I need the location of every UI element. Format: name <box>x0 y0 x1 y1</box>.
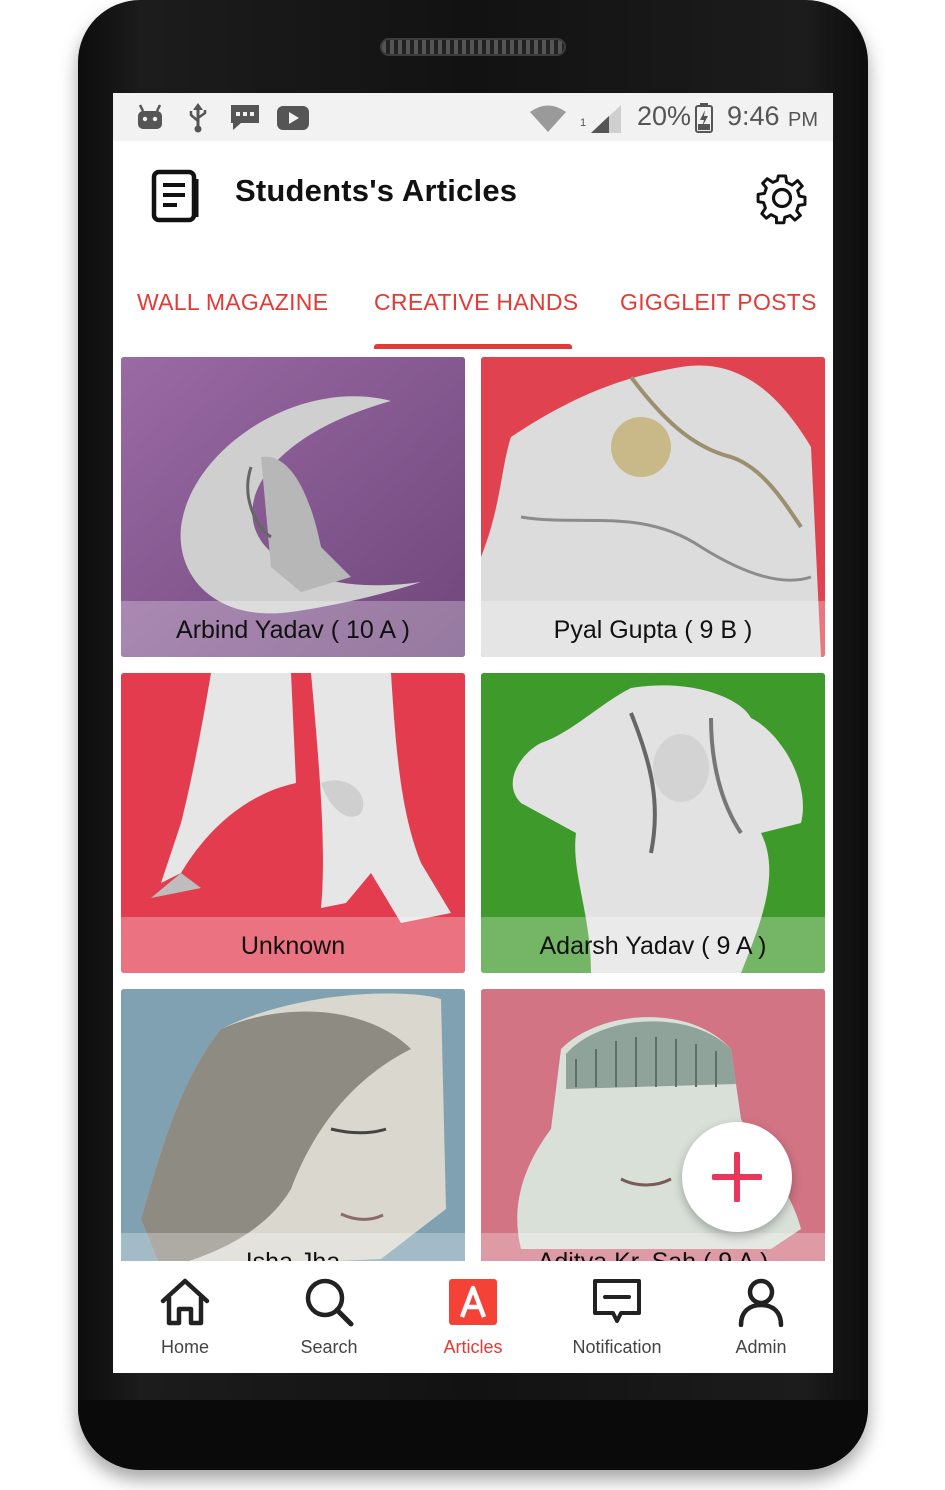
page-title: Students's Articles <box>235 173 518 208</box>
artwork-card[interactable]: Pyal Gupta ( 9 B ) <box>481 357 825 657</box>
tab-wall-magazine[interactable]: WALL MAGAZINE <box>137 289 328 316</box>
clock-time: 9:46 <box>727 101 780 131</box>
nav-home-label: Home <box>160 1337 209 1357</box>
phone-speaker <box>380 38 566 56</box>
article-icon[interactable] <box>151 169 199 228</box>
sim-slot-text: 1 <box>580 117 587 129</box>
artwork-image <box>121 989 465 1261</box>
nav-articles[interactable]: Articles <box>401 1261 545 1373</box>
signal-icon <box>591 105 621 138</box>
usb-icon <box>187 103 209 138</box>
nav-home[interactable]: Home <box>113 1261 257 1373</box>
artwork-caption: Adarsh Yadav ( 9 A ) <box>481 917 825 973</box>
battery-percent: 20% <box>637 101 692 131</box>
person-icon <box>738 1278 784 1327</box>
artwork-image <box>481 989 825 1261</box>
nav-notification[interactable]: Notification <box>545 1261 689 1373</box>
search-icon <box>305 1278 354 1327</box>
artwork-caption: Unknown <box>121 917 465 973</box>
notification-icon <box>593 1279 641 1323</box>
articles-icon <box>449 1279 497 1325</box>
add-article-button[interactable] <box>682 1122 792 1232</box>
youtube-icon <box>277 106 309 135</box>
wifi-icon <box>529 105 567 138</box>
tab-creative-hands[interactable]: CREATIVE HANDS <box>374 289 578 316</box>
tab-bar: WALL MAGAZINE CREATIVE HANDS GIGGLEIT PO… <box>113 253 833 349</box>
nav-search[interactable]: Search <box>257 1261 401 1373</box>
artwork-card[interactable]: Adarsh Yadav ( 9 A ) <box>481 673 825 973</box>
app-bar: Students's Articles <box>113 141 833 253</box>
nav-articles-label: Articles <box>443 1337 503 1357</box>
plus-icon <box>711 1151 763 1207</box>
battery-icon <box>695 103 713 138</box>
nav-admin[interactable]: Admin <box>689 1261 833 1373</box>
artwork-caption: Pyal Gupta ( 9 B ) <box>481 601 825 657</box>
artwork-card[interactable]: Unknown <box>121 673 465 973</box>
bottom-navigation: Home Search Articles Notification Admin <box>113 1261 833 1373</box>
artwork-card[interactable]: Isha Jha <box>121 989 465 1261</box>
gear-icon[interactable] <box>755 171 809 230</box>
artwork-caption: Arbind Yadav ( 10 A ) <box>121 601 465 657</box>
status-bar: 1 20% 9:46 PM <box>113 93 833 141</box>
android-debug-icon <box>137 103 163 136</box>
phone-chin <box>78 1400 868 1470</box>
clock-ampm: PM <box>788 109 818 131</box>
artwork-caption: Aditya Kr. Sah ( 9 A ) <box>481 1233 825 1261</box>
message-icon <box>229 103 261 138</box>
nav-search-label: Search <box>300 1337 358 1357</box>
nav-notification-label: Notification <box>572 1337 662 1357</box>
artwork-card[interactable]: Aditya Kr. Sah ( 9 A ) <box>481 989 825 1261</box>
screen: 1 20% 9:46 PM Students's Articles WALL M… <box>113 93 833 1373</box>
nav-admin-label: Admin <box>735 1337 787 1357</box>
artwork-caption: Isha Jha <box>121 1233 465 1261</box>
tab-giggleit-posts[interactable]: GIGGLEIT POSTS <box>620 289 817 316</box>
artwork-card[interactable]: Arbind Yadav ( 10 A ) <box>121 357 465 657</box>
home-icon <box>160 1278 210 1326</box>
